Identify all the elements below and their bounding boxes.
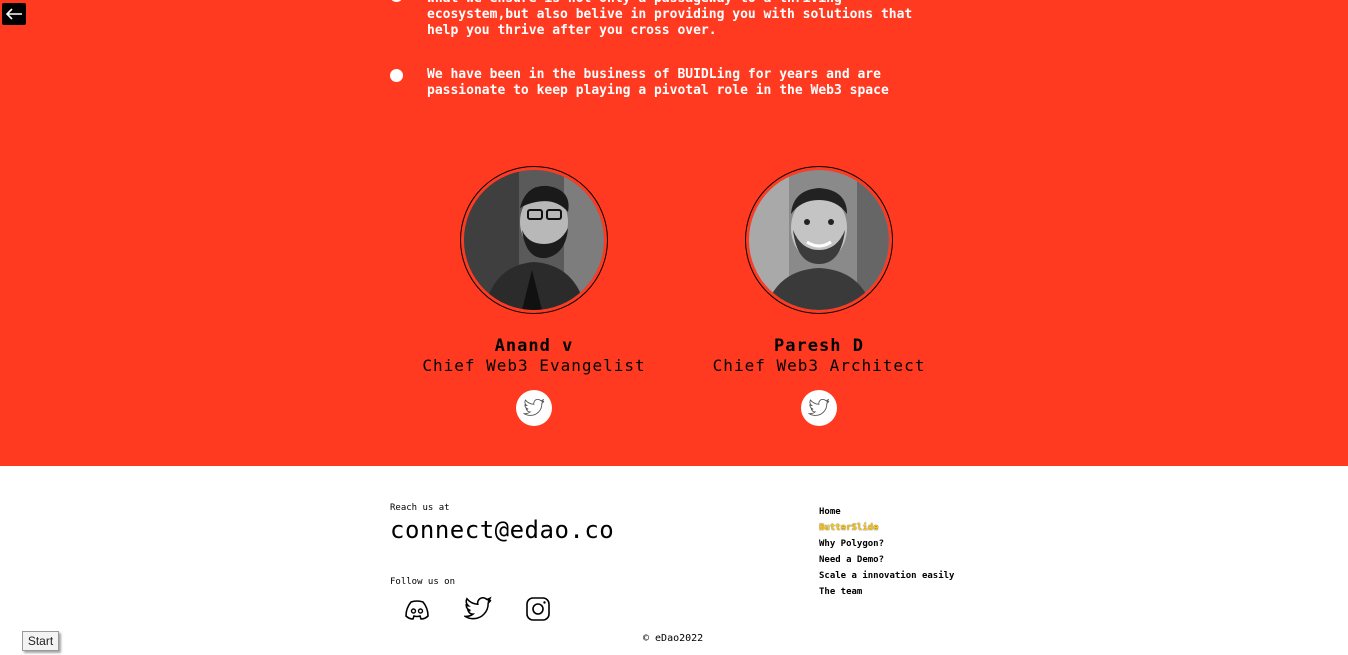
copyright: © eDao2022 xyxy=(643,633,704,644)
member-role: Chief Web3 Architect xyxy=(712,356,926,375)
team-member-card: Anand v Chief Web3 Evangelist xyxy=(384,166,684,426)
instagram-link[interactable] xyxy=(524,596,552,622)
twitter-icon xyxy=(808,399,830,416)
reach-label: Reach us at xyxy=(390,503,450,513)
twitter-icon xyxy=(523,399,545,416)
bullet-dot xyxy=(390,0,403,2)
avatar xyxy=(460,166,608,314)
follow-label: Follow us on xyxy=(390,577,456,587)
contact-email-link[interactable]: connect@edao.co xyxy=(390,516,614,544)
start-button[interactable]: Start xyxy=(22,631,59,651)
footer-nav-home[interactable]: Home xyxy=(819,504,954,520)
bullet-text: We have been in the business of BUIDLing… xyxy=(427,67,889,98)
avatar xyxy=(745,166,893,314)
back-button[interactable] xyxy=(2,3,26,25)
member-name: Paresh D xyxy=(774,336,864,356)
discord-icon xyxy=(405,600,429,620)
footer: Reach us at connect@edao.co Follow us on… xyxy=(0,466,1348,655)
discord-link[interactable] xyxy=(403,596,431,622)
instagram-icon xyxy=(526,597,550,621)
member-name: Anand v xyxy=(494,336,574,356)
footer-nav-need-demo[interactable]: Need a Demo? xyxy=(819,552,954,568)
footer-nav-butterslide[interactable]: ButterSlide xyxy=(819,520,954,536)
twitter-icon xyxy=(462,596,492,620)
twitter-link[interactable] xyxy=(516,390,552,426)
back-arrow-icon xyxy=(5,8,22,20)
twitter-link[interactable] xyxy=(801,390,837,426)
bullet-text: what we ensure is not only a passageway … xyxy=(427,0,913,38)
team-section: what we ensure is not only a passageway … xyxy=(0,0,1348,466)
footer-nav-scale-innovation[interactable]: Scale a innovation easily xyxy=(819,568,954,584)
bullet-dot xyxy=(390,69,403,82)
twitter-link[interactable] xyxy=(462,596,492,622)
footer-nav: Home ButterSlide Why Polygon? Need a Dem… xyxy=(819,504,954,600)
footer-nav-why-polygon[interactable]: Why Polygon? xyxy=(819,536,954,552)
team-member-card: Paresh D Chief Web3 Architect xyxy=(669,166,969,426)
bullet-item: We have been in the business of BUIDLing… xyxy=(390,67,950,99)
footer-nav-the-team[interactable]: The team xyxy=(819,584,954,600)
bullet-item: what we ensure is not only a passageway … xyxy=(390,0,950,39)
member-role: Chief Web3 Evangelist xyxy=(422,356,646,375)
